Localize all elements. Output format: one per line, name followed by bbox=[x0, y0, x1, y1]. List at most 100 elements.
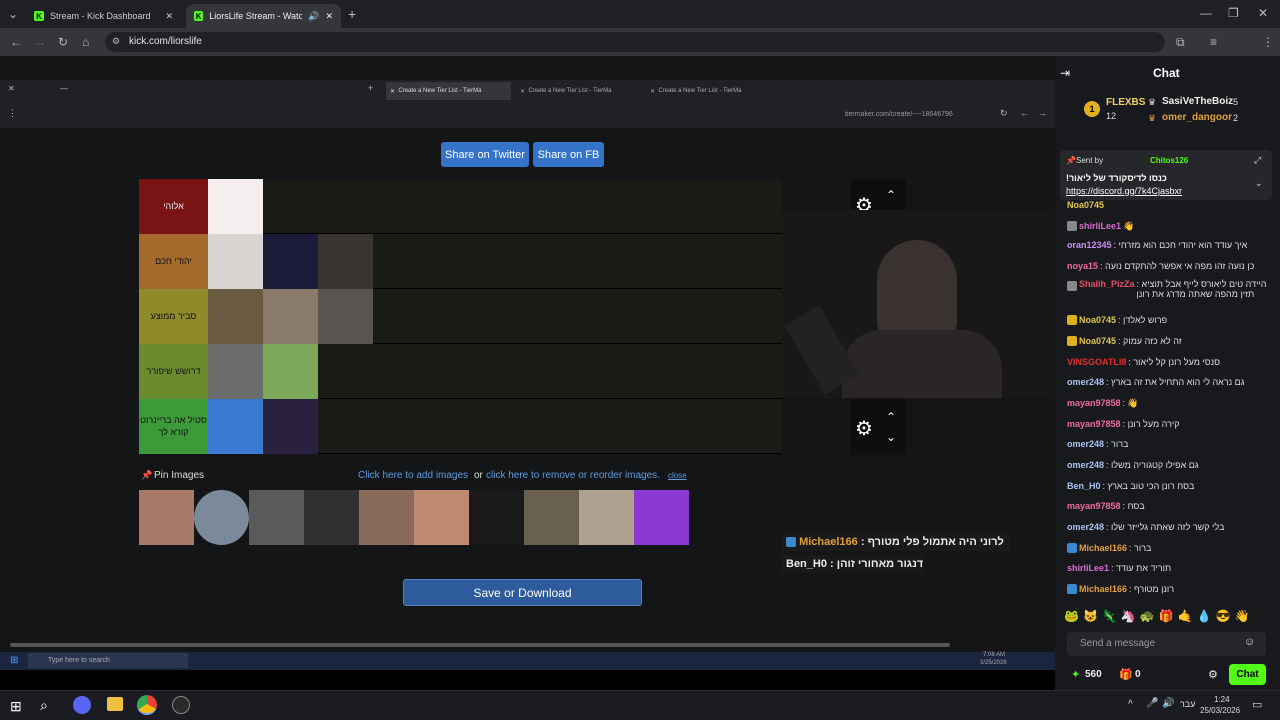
horizontal-scrollbar[interactable] bbox=[10, 643, 950, 647]
chevron-up-icon[interactable]: ⌃ bbox=[886, 188, 896, 202]
points-count[interactable]: 560 bbox=[1085, 669, 1102, 680]
menu-icon[interactable]: ⋮ bbox=[1262, 36, 1274, 48]
tier-image[interactable] bbox=[263, 399, 318, 454]
emote-icon[interactable]: 🦎 bbox=[1102, 609, 1117, 623]
settings-gear-icon[interactable]: ⚙ bbox=[1208, 668, 1218, 681]
tier-image[interactable] bbox=[208, 234, 263, 289]
tab-kick-dashboard[interactable]: K Stream - Kick Dashboard ✕ bbox=[26, 4, 181, 28]
chat-username[interactable]: Noa0745 bbox=[1079, 315, 1116, 325]
back-icon[interactable]: ← bbox=[10, 36, 22, 48]
emote-icon[interactable]: 😺 bbox=[1083, 609, 1098, 623]
language-indicator[interactable]: עבר bbox=[1180, 699, 1195, 709]
file-explorer-icon[interactable] bbox=[107, 697, 123, 711]
emote-icon[interactable]: 😎 bbox=[1216, 609, 1231, 623]
tier-image[interactable] bbox=[263, 234, 318, 289]
emote-icon[interactable]: 💧 bbox=[1197, 609, 1212, 623]
close-icon[interactable]: ✕ bbox=[325, 11, 333, 22]
save-download-button[interactable]: Save or Download bbox=[403, 579, 642, 606]
clock-date[interactable]: 25/03/2026 bbox=[1200, 706, 1240, 715]
chat-username[interactable]: Michael166 bbox=[1079, 543, 1127, 553]
chrome-icon[interactable] bbox=[137, 695, 157, 715]
emote-icon[interactable]: 🦄 bbox=[1121, 609, 1136, 623]
gear-icon[interactable]: ⚙ bbox=[855, 416, 873, 441]
windows-start-icon[interactable]: ⊞ bbox=[10, 698, 22, 715]
chat-input[interactable]: Send a message ☺ bbox=[1067, 632, 1266, 656]
image-thumbnail[interactable] bbox=[194, 490, 249, 545]
pin-images-label[interactable]: Pin Images bbox=[154, 470, 204, 481]
leaderboard-user[interactable]: SasiVeTheBoiz bbox=[1162, 96, 1233, 107]
tier-image[interactable] bbox=[208, 179, 263, 234]
chat-username[interactable]: mayan97858 bbox=[1067, 419, 1121, 429]
new-tab-icon[interactable]: + bbox=[348, 7, 356, 21]
chevron-down-icon[interactable]: ⌄ bbox=[886, 430, 896, 444]
search-icon[interactable]: ⌕ bbox=[40, 697, 48, 714]
tray-chevron-icon[interactable]: ^ bbox=[1128, 699, 1133, 710]
maximize-icon[interactable]: ❐ bbox=[1228, 7, 1239, 19]
close-link[interactable]: close bbox=[668, 471, 687, 480]
pinned-link[interactable]: https://discord.gg/7k4Cjasbxr bbox=[1066, 186, 1182, 196]
chat-username[interactable]: Noa0745 bbox=[1067, 200, 1104, 210]
emote-icon[interactable]: 🤙 bbox=[1178, 609, 1193, 623]
forward-icon[interactable]: → bbox=[34, 36, 46, 48]
pinned-sender[interactable]: Chitos126 bbox=[1150, 156, 1188, 165]
media-icon[interactable]: ≡ bbox=[1210, 36, 1217, 48]
chat-username[interactable]: Shalih_PizZa bbox=[1079, 279, 1135, 289]
chat-username[interactable]: Michael166 bbox=[1079, 584, 1127, 594]
chat-username[interactable]: omer248 bbox=[1067, 460, 1104, 470]
image-thumbnail[interactable] bbox=[249, 490, 304, 545]
reload-icon[interactable]: ↻ bbox=[58, 36, 68, 48]
send-chat-button[interactable]: Chat bbox=[1229, 664, 1266, 685]
chat-username[interactable]: mayan97858 bbox=[1067, 501, 1121, 511]
tab-list-icon[interactable]: ⌄ bbox=[8, 8, 18, 20]
chat-username[interactable]: shirliLee1 bbox=[1067, 563, 1109, 573]
chat-username[interactable]: oran12345 bbox=[1067, 240, 1112, 250]
chat-username[interactable]: omer248 bbox=[1067, 439, 1104, 449]
emote-icon[interactable]: 👋 bbox=[1235, 609, 1250, 623]
image-thumbnail[interactable] bbox=[579, 490, 634, 545]
leaderboard-user[interactable]: omer_dangoor bbox=[1162, 112, 1232, 123]
site-info-icon[interactable]: ⚙ bbox=[112, 37, 120, 46]
image-thumbnail[interactable] bbox=[139, 490, 194, 545]
volume-icon[interactable]: 🔊 bbox=[1162, 698, 1174, 709]
tier-image[interactable] bbox=[208, 289, 263, 344]
discord-icon[interactable] bbox=[73, 696, 91, 714]
tier-image[interactable] bbox=[263, 344, 318, 399]
chevron-up-icon[interactable]: ⌃ bbox=[886, 410, 896, 424]
emoji-picker-icon[interactable]: ☺ bbox=[1244, 636, 1255, 648]
tier-image[interactable] bbox=[318, 234, 373, 289]
extensions-icon[interactable]: ⧉ bbox=[1176, 36, 1185, 48]
image-thumbnail[interactable] bbox=[304, 490, 359, 545]
notifications-icon[interactable]: ▭ bbox=[1252, 698, 1262, 711]
chat-username[interactable]: VINSGOATLI8 bbox=[1067, 357, 1126, 367]
home-icon[interactable]: ⌂ bbox=[82, 36, 89, 48]
chat-username[interactable]: omer248 bbox=[1067, 377, 1104, 387]
close-icon[interactable]: ✕ bbox=[165, 11, 173, 22]
gift-icon[interactable]: 🎁 bbox=[1119, 668, 1133, 681]
speaker-icon[interactable]: 🔊 bbox=[308, 11, 319, 22]
chat-username[interactable]: mayan97858 bbox=[1067, 398, 1121, 408]
chevron-down-icon[interactable]: ⌄ bbox=[1255, 178, 1263, 189]
add-images-link[interactable]: Click here to add images bbox=[358, 470, 468, 481]
tier-image[interactable] bbox=[208, 344, 263, 399]
chat-username[interactable]: Ben_H0 bbox=[1067, 481, 1101, 491]
share-fb-button[interactable]: Share on FB bbox=[533, 142, 604, 167]
image-thumbnail[interactable] bbox=[524, 490, 579, 545]
share-twitter-button[interactable]: Share on Twitter bbox=[441, 142, 529, 167]
reorder-link[interactable]: click here to remove or reorder images. bbox=[486, 470, 660, 481]
close-window-icon[interactable]: ✕ bbox=[1258, 7, 1268, 19]
chat-username[interactable]: omer248 bbox=[1067, 522, 1104, 532]
url-field[interactable]: kick.com/liorslife bbox=[105, 32, 1165, 52]
collapse-chat-icon[interactable]: ⇥ bbox=[1060, 66, 1070, 80]
image-thumbnail[interactable] bbox=[634, 490, 689, 545]
image-thumbnail[interactable] bbox=[414, 490, 469, 545]
chat-username[interactable]: Noa0745 bbox=[1079, 336, 1116, 346]
tier-image[interactable] bbox=[208, 399, 263, 454]
chat-username[interactable]: shirliLee1 bbox=[1079, 221, 1121, 231]
mic-icon[interactable]: 🎤 bbox=[1146, 698, 1158, 709]
unpin-icon[interactable]: ⤢ bbox=[1254, 155, 1261, 166]
emote-icon[interactable]: 🐢 bbox=[1140, 609, 1155, 623]
obs-icon[interactable] bbox=[172, 696, 190, 714]
tier-image[interactable] bbox=[263, 289, 318, 344]
image-thumbnail[interactable] bbox=[359, 490, 414, 545]
leaderboard-user[interactable]: FLEXBS bbox=[1106, 97, 1145, 108]
